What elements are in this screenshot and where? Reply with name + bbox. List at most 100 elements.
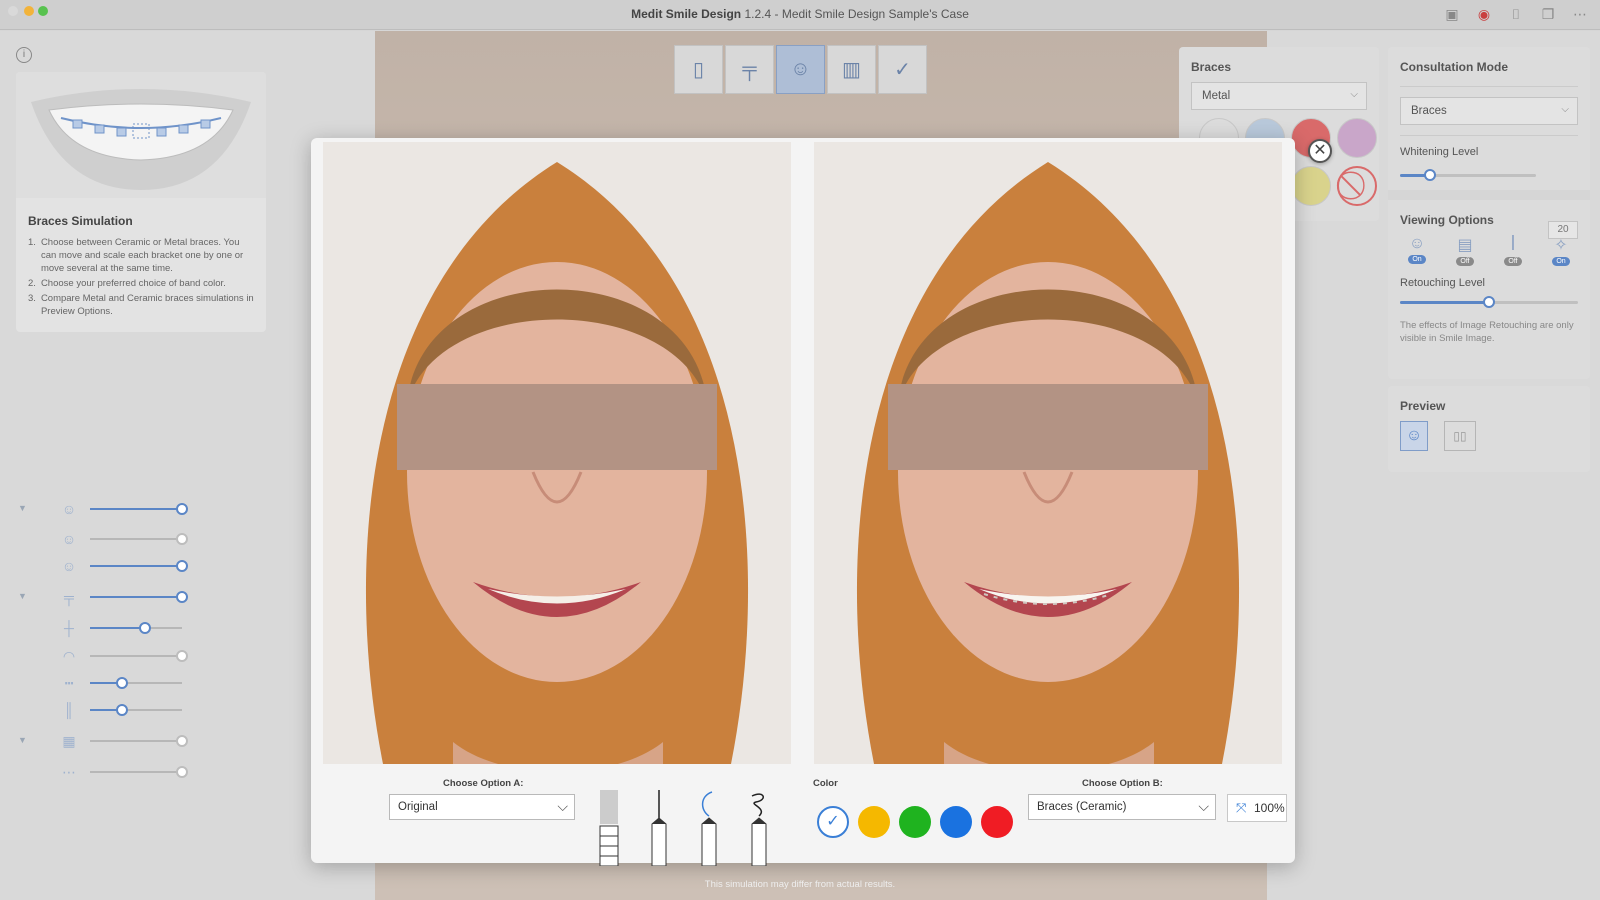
slider-handle[interactable] xyxy=(139,622,152,634)
slider-track[interactable] xyxy=(90,735,188,747)
slider-handle[interactable] xyxy=(176,735,188,747)
color-green-swatch[interactable] xyxy=(899,806,931,838)
step-consult[interactable]: ☺ xyxy=(776,45,825,94)
consult-icon: ☺ xyxy=(790,58,811,80)
face-outline-icon: ☺ xyxy=(61,531,77,547)
adjustment-slider-row[interactable]: ▼ ╤ xyxy=(16,587,188,607)
adjustment-slider-row[interactable]: ☺ xyxy=(16,529,188,549)
title-bar: Medit Smile Design 1.2.4 - Medit Smile D… xyxy=(0,0,1600,30)
color-red-swatch[interactable] xyxy=(981,806,1013,838)
option-a-value: Original xyxy=(398,801,438,813)
collapse-caret-icon[interactable]: ▼ xyxy=(18,735,27,745)
help-step: 1. Choose between Ceramic or Metal braces… xyxy=(28,236,254,275)
color-yellow-swatch[interactable] xyxy=(858,806,890,838)
slider-handle[interactable] xyxy=(116,704,129,716)
more-icon[interactable]: ⋯ xyxy=(1570,5,1590,23)
band-color-swatch[interactable] xyxy=(1291,166,1331,206)
zoom-fit-button[interactable]: ⤧ 100% xyxy=(1227,794,1287,822)
option-b-dropdown[interactable]: Braces (Ceramic) ⌵ xyxy=(1028,794,1216,820)
slider-handle[interactable] xyxy=(176,591,188,603)
preview-panel: Preview ☺ ▯▯ xyxy=(1388,386,1590,472)
braces-type-select[interactable]: Metal ⌵ xyxy=(1191,82,1367,110)
retouching-slider-handle[interactable] xyxy=(1483,296,1495,308)
pencil-curve-tool[interactable] xyxy=(694,790,724,867)
adjustment-slider-row[interactable]: ⋯ xyxy=(16,762,188,782)
whitening-label: Whitening Level xyxy=(1400,146,1479,158)
preview-single-icon[interactable]: ☺ xyxy=(1400,421,1428,451)
slider-handle[interactable] xyxy=(176,503,188,515)
preview-title: Preview xyxy=(1400,399,1446,413)
photo-option-a xyxy=(323,142,791,764)
option-b-label: Choose Option B: xyxy=(1082,778,1163,789)
slider-track[interactable] xyxy=(90,503,188,515)
help-card: Braces Simulation 1. Choose between Ceram… xyxy=(16,72,266,332)
slider-handle[interactable] xyxy=(176,533,188,545)
slider-handle[interactable] xyxy=(116,677,129,689)
whitening-slider[interactable] xyxy=(1400,168,1580,182)
step-toolbar: ▯ ╤ ☺ ▥ ✓ xyxy=(674,45,927,94)
pencil-line-tool[interactable] xyxy=(644,790,674,867)
slider-track[interactable] xyxy=(90,591,188,603)
teeth-row-icon[interactable]: ꟾ Off xyxy=(1496,235,1530,269)
camera-icon[interactable]: ⌷ xyxy=(1506,5,1526,23)
dialog-controls: Choose Option A: Original ⌵ Color ✓ Choo… xyxy=(311,778,1295,867)
window-title: Medit Smile Design 1.2.4 - Medit Smile D… xyxy=(0,7,1600,21)
color-label: Color xyxy=(813,778,838,789)
step-teeth[interactable]: ▥ xyxy=(827,45,876,94)
color-blue-swatch[interactable] xyxy=(940,806,972,838)
collapse-caret-icon[interactable]: ▼ xyxy=(18,591,27,601)
eraser-tool[interactable] xyxy=(594,790,624,867)
preview-compare-icon[interactable]: ▯▯ xyxy=(1444,421,1476,451)
pencil-freehand-tool[interactable] xyxy=(744,790,774,867)
compare-dialog: Choose Option A: Original ⌵ Color ✓ Choo… xyxy=(311,138,1295,867)
adjustment-slider-row[interactable]: ║ xyxy=(16,700,186,720)
sparkle-face-icon[interactable]: ✧ On xyxy=(1544,235,1578,269)
slider-track[interactable] xyxy=(90,650,188,662)
whitening-slider-handle[interactable] xyxy=(1423,169,1436,181)
dots-row-icon: ⋯ xyxy=(62,764,76,780)
adjustment-slider-row[interactable]: ◠ xyxy=(16,646,188,666)
face-hat-icon[interactable]: ☺ On xyxy=(1400,235,1434,269)
slider-track[interactable] xyxy=(90,533,188,545)
adjustment-slider-row[interactable]: ▼ ▦ xyxy=(16,731,188,751)
help-steps: 1. Choose between Ceramic or Metal braces… xyxy=(16,236,266,318)
color-white-swatch[interactable]: ✓ xyxy=(817,806,849,838)
adjustment-slider-row[interactable]: ▼ ☺ xyxy=(16,499,188,519)
band-color-swatch[interactable] xyxy=(1337,118,1377,158)
window-icon[interactable]: ❐ xyxy=(1538,5,1558,23)
no-color-icon[interactable]: ⃠ xyxy=(1337,166,1377,206)
face-adjust-icon: ☺ xyxy=(61,501,77,517)
option-a-dropdown[interactable]: Original ⌵ xyxy=(389,794,575,820)
retouching-slider[interactable] xyxy=(1400,295,1578,309)
cross-line-icon: ┼ xyxy=(64,620,74,636)
whitening-value[interactable]: 20 xyxy=(1548,221,1578,239)
slider-track[interactable] xyxy=(90,622,182,634)
slider-track[interactable] xyxy=(90,677,182,689)
step-check[interactable]: ✓ xyxy=(878,45,927,94)
frame-icon[interactable]: ▤ Off xyxy=(1448,235,1482,269)
close-dialog-button[interactable]: ✕ xyxy=(1308,139,1332,163)
adjustment-slider-row[interactable]: ☺ xyxy=(16,556,188,576)
record-icon[interactable]: ◉ xyxy=(1474,5,1494,23)
slider-handle[interactable] xyxy=(176,766,188,778)
info-icon[interactable]: i xyxy=(16,47,32,63)
disclaimer: This simulation may differ from actual r… xyxy=(704,879,896,890)
slider-handle[interactable] xyxy=(176,650,188,662)
adjustment-slider-row[interactable]: ┅ xyxy=(16,673,186,693)
help-step-text: Choose between Ceramic or Metal braces. … xyxy=(40,237,244,274)
face-head-icon: ☺ xyxy=(61,558,77,574)
slider-track[interactable] xyxy=(90,560,188,572)
step-photo[interactable]: ▯ xyxy=(674,45,723,94)
slider-handle[interactable] xyxy=(176,560,188,572)
teeth-grid-icon: ▦ xyxy=(62,733,76,749)
slider-track[interactable] xyxy=(90,704,182,716)
consultation-title: Consultation Mode xyxy=(1400,60,1508,74)
screenshot-icon[interactable]: ▣ xyxy=(1442,5,1462,23)
consultation-mode-select[interactable]: Braces ⌵ xyxy=(1400,97,1578,125)
adjustment-slider-row[interactable]: ┼ xyxy=(16,618,186,638)
slider-track[interactable] xyxy=(90,766,188,778)
consultation-mode-value: Braces xyxy=(1411,105,1447,117)
collapse-caret-icon[interactable]: ▼ xyxy=(18,503,27,513)
photo-icon: ▯ xyxy=(692,59,704,81)
step-midline[interactable]: ╤ xyxy=(725,45,774,94)
